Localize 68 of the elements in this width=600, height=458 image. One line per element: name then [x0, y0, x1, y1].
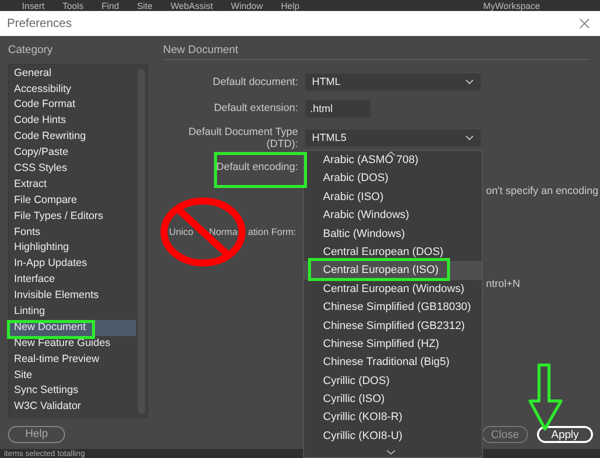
- dropdown-option[interactable]: Cyrillic (DOS): [304, 372, 482, 390]
- section-heading: New Document: [163, 44, 240, 58]
- window-title: Preferences: [7, 16, 72, 30]
- section-heading: Category: [8, 44, 54, 58]
- category-item[interactable]: Copy/Paste: [9, 145, 136, 161]
- field-label: on't specify an encoding: [486, 185, 598, 197]
- menu-item[interactable]: Tools: [62, 0, 84, 11]
- close-icon[interactable]: [579, 18, 590, 29]
- field-label: ntrol+N: [486, 278, 520, 290]
- field-label: Default Document Type (DTD):: [187, 126, 298, 150]
- category-item[interactable]: Site: [9, 368, 136, 384]
- chevron-icon: [465, 78, 474, 85]
- dropdown-option[interactable]: Cyrillic (KOI8-U): [304, 426, 482, 446]
- dropdown-option[interactable]: Arabic (Windows): [304, 206, 482, 225]
- dropdown-option[interactable]: Arabic (DOS): [304, 169, 482, 188]
- prohibition-sign-icon: [160, 197, 246, 267]
- help-button[interactable]: Help: [8, 426, 65, 443]
- category-item[interactable]: Code Hints: [9, 113, 136, 130]
- field-label: Unico: [169, 227, 194, 238]
- field-label: ation Form:: [248, 227, 296, 238]
- category-item[interactable]: CSS Styles: [9, 160, 136, 177]
- scroll-down-icon[interactable]: [386, 450, 396, 455]
- scroll-up-icon[interactable]: [386, 151, 396, 156]
- menu-item[interactable]: Insert: [22, 0, 45, 11]
- menu-item[interactable]: Window: [230, 0, 263, 11]
- category-item[interactable]: Fonts: [9, 224, 136, 240]
- category-item[interactable]: Highlighting: [9, 240, 136, 256]
- category-item[interactable]: Real-time Preview: [9, 352, 136, 368]
- category-item[interactable]: In-App Updates: [9, 256, 136, 272]
- category-item[interactable]: New Feature Guides: [9, 336, 136, 352]
- category-item[interactable]: W3C Validator: [9, 399, 136, 416]
- category-item[interactable]: Accessibility: [9, 82, 136, 98]
- category-item[interactable]: Linting: [9, 304, 136, 320]
- menu-item[interactable]: WebAssist: [170, 0, 213, 11]
- field-label: Default document:: [212, 76, 298, 88]
- menu-item[interactable]: Site: [137, 0, 153, 11]
- dropdown-option[interactable]: Chinese Simplified (GB2312): [304, 316, 482, 335]
- dropdown-option[interactable]: Arabic (ISO): [304, 188, 482, 206]
- dropdown-option[interactable]: Baltic (Windows): [304, 224, 482, 243]
- apply-button[interactable]: Apply: [537, 426, 593, 443]
- category-item[interactable]: General: [9, 66, 136, 82]
- dropdown-option[interactable]: Chinese Simplified (GB18030): [304, 298, 482, 317]
- dropdown-option[interactable]: Central European (DOS): [304, 242, 482, 262]
- down-arrow-drawing: [528, 363, 564, 431]
- field-label: Default extension:: [212, 102, 298, 114]
- field-label: Default encoding:: [215, 160, 298, 173]
- category-item[interactable]: File Compare: [9, 192, 136, 209]
- dropdown-option[interactable]: Cyrillic (ISO): [304, 390, 482, 408]
- dropdown-option[interactable]: Chinese Simplified (HZ): [304, 334, 482, 354]
- dropdown-option[interactable]: Arabic (ASMO 708): [304, 151, 482, 170]
- category-item[interactable]: Interface: [9, 272, 136, 288]
- category-item[interactable]: Code Format: [9, 97, 136, 114]
- category-item[interactable]: File Types / Editors: [9, 208, 136, 225]
- dropdown-option[interactable]: Central European (Windows): [304, 280, 482, 298]
- category-item[interactable]: Sync Settings: [9, 383, 136, 400]
- field-label: Norma: [209, 227, 238, 238]
- dropdown[interactable]: HTML5: [305, 128, 481, 147]
- workspace-menu[interactable]: MyWorkspace: [483, 0, 540, 11]
- dropdown-option[interactable]: Cyrillic (KOI8-R): [304, 408, 482, 427]
- category-item[interactable]: Extract: [9, 176, 136, 193]
- menu-item[interactable]: Help: [280, 0, 300, 11]
- chevron-icon: [465, 134, 474, 141]
- dropdown[interactable]: HTML: [305, 72, 481, 91]
- input-field[interactable]: .html: [305, 100, 371, 118]
- dropdown-option[interactable]: Chinese Traditional (Big5): [304, 353, 482, 372]
- category-item[interactable]: Code Rewriting: [9, 129, 136, 146]
- category-item[interactable]: Invisible Elements: [9, 288, 136, 304]
- menu-item[interactable]: Find: [102, 0, 120, 11]
